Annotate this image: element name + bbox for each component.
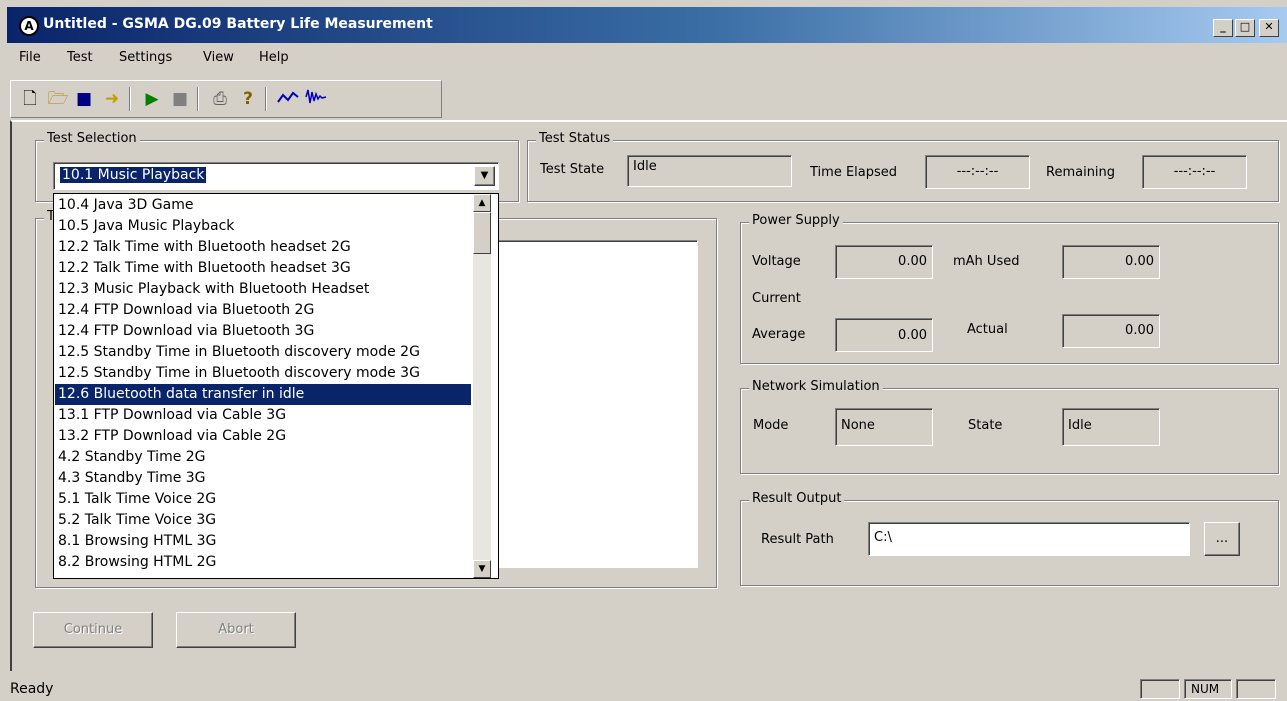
- result-output-legend: Result Output: [749, 491, 845, 506]
- mah-used-label: mAh Used: [953, 254, 1020, 269]
- status-pane-num: NUM: [1184, 679, 1232, 699]
- menu-bar: File Test Settings View Help: [7, 45, 1287, 71]
- menu-help[interactable]: Help: [259, 50, 289, 65]
- network-simulation-group: Network Simulation: [740, 379, 1279, 474]
- list-item[interactable]: 12.4 FTP Download via Bluetooth 2G: [55, 300, 471, 321]
- menu-file[interactable]: File: [19, 50, 41, 65]
- play-icon[interactable]: ▶: [139, 87, 165, 111]
- time-elapsed-label: Time Elapsed: [810, 165, 898, 180]
- list-item[interactable]: 13.1 FTP Download via Cable 3G: [55, 405, 471, 426]
- title-bar: A Untitled - GSMA DG.09 Battery Life Mea…: [7, 7, 1287, 43]
- export-icon[interactable]: ➜: [99, 87, 125, 111]
- menu-settings[interactable]: Settings: [119, 50, 172, 65]
- current-label: Current: [752, 291, 801, 306]
- scroll-up-icon[interactable]: ▲: [473, 194, 491, 212]
- list-item[interactable]: 12.5 Standby Time in Bluetooth discovery…: [55, 363, 471, 384]
- actual-label: Actual: [967, 322, 1008, 337]
- scroll-down-icon[interactable]: ▼: [473, 560, 491, 578]
- list-item-selected[interactable]: 12.6 Bluetooth data transfer in idle: [55, 384, 471, 405]
- list-item[interactable]: 12.4 FTP Download via Bluetooth 3G: [55, 321, 471, 342]
- list-item[interactable]: 5.2 Talk Time Voice 3G: [55, 510, 471, 531]
- test-select-dropdown-list: 10.4 Java 3D Game 10.5 Java Music Playba…: [53, 193, 499, 579]
- menu-test[interactable]: Test: [67, 50, 93, 65]
- list-item[interactable]: 12.5 Standby Time in Bluetooth discovery…: [55, 342, 471, 363]
- toolbar-separator: [129, 87, 131, 111]
- stop-icon[interactable]: ■: [167, 87, 193, 111]
- test-status-legend: Test Status: [536, 131, 614, 146]
- remaining-value: ---:--:--: [1142, 155, 1247, 189]
- close-button[interactable]: ✕: [1259, 19, 1279, 37]
- chevron-down-icon[interactable]: ▼: [474, 166, 495, 186]
- voltage-value: 0.00: [835, 245, 933, 279]
- test-state-value: Idle: [627, 155, 792, 187]
- list-item[interactable]: 4.2 Standby Time 2G: [55, 447, 471, 468]
- test-select-combobox[interactable]: 10.1 Music Playback ▼: [53, 162, 499, 190]
- list-item[interactable]: 13.2 FTP Download via Cable 2G: [55, 426, 471, 447]
- remaining-label: Remaining: [1046, 165, 1116, 180]
- list-item[interactable]: 10.5 Java Music Playback: [55, 216, 471, 237]
- continue-button[interactable]: Continue: [33, 612, 153, 648]
- voltage-label: Voltage: [752, 254, 801, 269]
- mah-used-value: 0.00: [1062, 245, 1160, 279]
- waveform-icon[interactable]: [303, 87, 329, 111]
- status-text: Ready: [10, 681, 54, 697]
- app-icon: A: [19, 16, 39, 36]
- test-info-textbox[interactable]: [480, 240, 698, 568]
- maximize-button[interactable]: □: [1235, 19, 1255, 37]
- network-simulation-legend: Network Simulation: [749, 379, 883, 394]
- abort-button[interactable]: Abort: [176, 612, 296, 648]
- test-state-label: Test State: [540, 162, 605, 177]
- status-pane-caps: [1140, 679, 1180, 699]
- list-item[interactable]: 8.1 Browsing HTML 3G: [55, 531, 471, 552]
- list-item[interactable]: 12.3 Music Playback with Bluetooth Heads…: [55, 279, 471, 300]
- mode-label: Mode: [753, 418, 789, 433]
- browse-button[interactable]: ...: [1204, 522, 1240, 556]
- help-icon[interactable]: ?: [235, 87, 261, 111]
- result-path-input[interactable]: C:\: [868, 522, 1190, 556]
- save-icon[interactable]: ■: [71, 87, 97, 111]
- list-item[interactable]: 5.1 Talk Time Voice 2G: [55, 489, 471, 510]
- toolbar-separator: [197, 87, 199, 111]
- result-path-label: Result Path: [761, 532, 834, 547]
- minimize-button[interactable]: _: [1213, 19, 1233, 37]
- state-label: State: [968, 418, 1003, 433]
- toolbar: 🗋 🗁 ■ ➜ ▶ ■ ⎙ ?: [10, 80, 442, 118]
- state-value: Idle: [1062, 408, 1160, 446]
- power-supply-legend: Power Supply: [749, 213, 843, 228]
- window-title: Untitled - GSMA DG.09 Battery Life Measu…: [43, 16, 433, 32]
- list-item[interactable]: 10.4 Java 3D Game: [55, 195, 471, 216]
- list-item[interactable]: 8.2 Browsing HTML 2G: [55, 552, 471, 573]
- actual-value: 0.00: [1062, 314, 1160, 348]
- average-value: 0.00: [835, 318, 933, 352]
- graph-icon[interactable]: [275, 87, 301, 111]
- average-label: Average: [752, 327, 806, 342]
- time-elapsed-value: ---:--:--: [925, 155, 1030, 189]
- mode-value: None: [835, 408, 933, 446]
- new-file-icon[interactable]: 🗋: [17, 87, 43, 111]
- test-select-value: 10.1 Music Playback: [60, 167, 207, 183]
- list-item[interactable]: 12.2 Talk Time with Bluetooth headset 3G: [55, 258, 471, 279]
- open-folder-icon[interactable]: 🗁: [45, 87, 71, 111]
- status-pane-scroll: [1236, 679, 1276, 699]
- print-icon[interactable]: ⎙: [207, 87, 233, 111]
- power-supply-group: Power Supply: [740, 213, 1279, 364]
- test-selection-legend: Test Selection: [44, 131, 140, 146]
- toolbar-separator: [265, 87, 267, 111]
- menu-view[interactable]: View: [203, 50, 234, 65]
- dropdown-scrollbar[interactable]: ▲ ▼: [473, 194, 491, 578]
- scrollbar-thumb[interactable]: [473, 212, 491, 254]
- list-item[interactable]: 4.3 Standby Time 3G: [55, 468, 471, 489]
- list-item[interactable]: 12.2 Talk Time with Bluetooth headset 2G: [55, 237, 471, 258]
- status-bar: Ready NUM: [7, 677, 1287, 701]
